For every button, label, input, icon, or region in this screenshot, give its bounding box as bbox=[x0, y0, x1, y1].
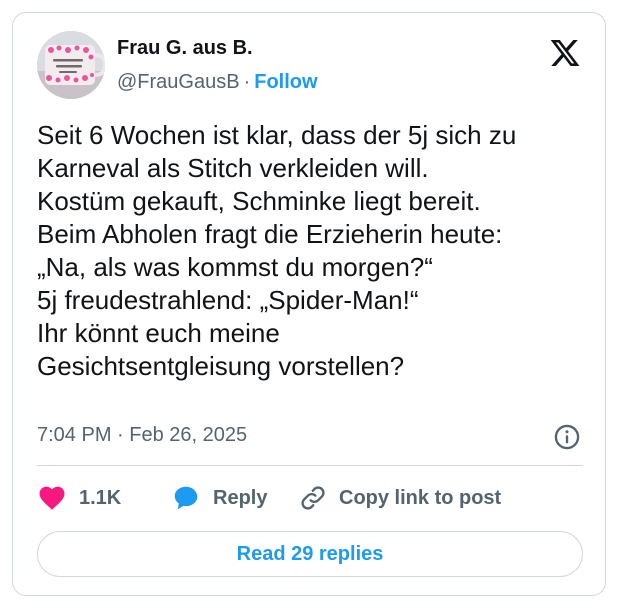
like-count: 1.1K bbox=[79, 486, 122, 509]
reply-label: Reply bbox=[213, 486, 268, 509]
follow-link[interactable]: Follow bbox=[254, 71, 317, 93]
tweet-line: „Na, als was kommst du morgen?“ bbox=[37, 252, 433, 282]
avatar-image bbox=[37, 31, 105, 99]
copy-link-label: Copy link to post bbox=[339, 486, 502, 509]
like-button[interactable]: 1.1K bbox=[37, 481, 121, 515]
copy-link-button[interactable]: Copy link to post bbox=[299, 481, 501, 515]
tweet-line: Kostüm gekauft, Schminke liegt bereit. bbox=[37, 186, 481, 216]
tweet-line: 5j freudestrahlend: „Spider-Man!“ bbox=[37, 285, 419, 315]
tweet-line: Beim Abholen fragt die Erzieherin heute: bbox=[37, 219, 503, 249]
tweet-line: Karneval als Stitch verkleiden will. bbox=[37, 153, 429, 183]
speech-bubble-icon bbox=[174, 486, 198, 510]
author-avatar[interactable] bbox=[37, 31, 105, 99]
tweet-timestamp[interactable]: 7:04 PM · Feb 26, 2025 bbox=[37, 424, 247, 447]
x-logo-icon[interactable] bbox=[549, 37, 581, 69]
heart-icon bbox=[39, 486, 65, 510]
link-icon bbox=[301, 486, 325, 510]
author-handle[interactable]: @FrauGausB bbox=[117, 71, 240, 93]
author-handle-row: @FrauGausB · Follow bbox=[117, 71, 318, 94]
tweet-line: Ihr könnt euch meine bbox=[37, 318, 280, 348]
author-name[interactable]: Frau G. aus B. bbox=[117, 37, 253, 60]
tweet-line: Seit 6 Wochen ist klar, dass der 5j sich… bbox=[37, 120, 517, 150]
info-icon[interactable] bbox=[553, 423, 581, 451]
tweet-text: Seit 6 Wochen ist klar, dass der 5j sich… bbox=[37, 119, 593, 383]
tweet-line: Gesichtsentgleisung vorstellen? bbox=[37, 351, 405, 381]
divider bbox=[37, 465, 583, 466]
read-replies-button[interactable]: Read 29 replies bbox=[37, 531, 583, 577]
separator-dot: · bbox=[243, 71, 251, 93]
reply-button[interactable]: Reply bbox=[171, 481, 267, 515]
tweet-card: Frau G. aus B. @FrauGausB · Follow Seit 6 … bbox=[12, 12, 606, 596]
